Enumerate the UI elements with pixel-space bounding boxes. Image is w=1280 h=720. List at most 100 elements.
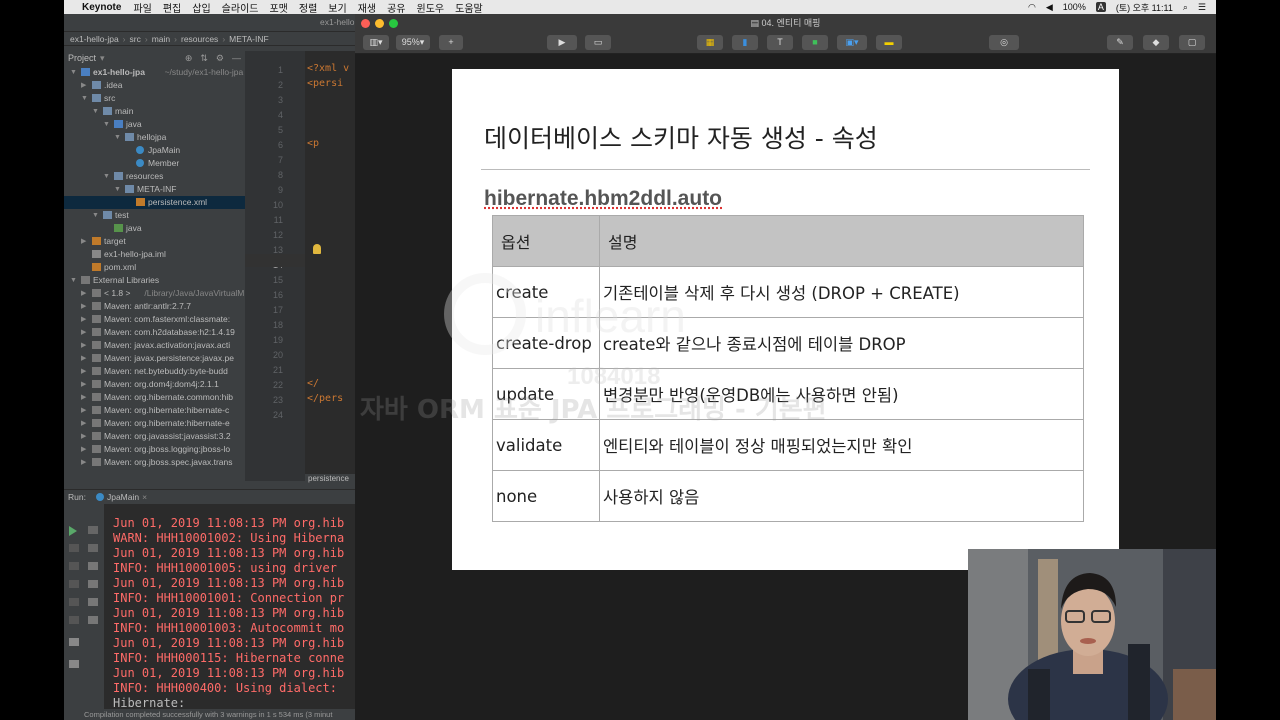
shape-button[interactable]: ■ [802,35,828,50]
tree-item[interactable]: ▶ Maven: org.hibernate.common:hib [64,391,245,404]
tree-item[interactable]: ▶ Maven: org.jboss.logging:jboss-lo [64,443,245,456]
breadcrumb-item[interactable]: resources [181,34,218,44]
tree-item[interactable]: ▼ src [64,92,245,105]
zoom-window-button[interactable] [389,19,398,28]
project-view-selector[interactable]: Project [68,53,96,63]
slide-title[interactable]: 데이터베이스 스키마 자동 생성 - 속성 [484,119,878,155]
editor-file-tab[interactable]: persistence [305,474,355,486]
tree-item[interactable]: pom.xml [64,261,245,274]
chevron-down-icon[interactable]: ▼ [70,274,78,287]
table-button[interactable]: ▦ [697,35,723,50]
collaborate-button[interactable]: ◎ [989,35,1019,50]
chevron-down-icon[interactable]: ▼ [114,183,122,196]
chevron-down-icon[interactable]: ▼ [92,105,100,118]
format-button[interactable]: ✎ [1107,35,1133,50]
soft-wrap-icon[interactable] [88,562,98,570]
chevron-right-icon[interactable]: ▶ [81,287,89,300]
close-icon[interactable]: × [142,492,147,502]
locate-icon[interactable]: ⊕ [185,53,193,64]
description-cell[interactable]: 변경분만 반영(운영DB에는 사용하면 안됨) [599,368,1084,420]
gear-icon[interactable]: ⚙ [216,53,224,64]
menu-insert[interactable]: 삽입 [192,0,210,15]
tree-item[interactable]: persistence.xml [64,196,245,209]
description-cell[interactable]: 기존테이블 삭제 후 다시 생성 (DROP + CREATE) [599,266,1084,318]
keynote-live-button[interactable]: ▭ [585,35,611,50]
tree-item[interactable]: ▶ target [64,235,245,248]
tree-item[interactable]: ▶ .idea [64,79,245,92]
slide-subtitle[interactable]: hibernate.hbm2ddl.auto [484,187,722,211]
console-output[interactable]: Jun 01, 2019 11:08:13 PM org.hib WARN: HH… [104,504,355,709]
menu-edit[interactable]: 편집 [163,0,181,15]
tree-item[interactable]: ▼ ex1-hello-jpa ~/study/ex1-hello-jpa [64,66,245,79]
scroll-to-end-icon[interactable] [88,580,98,588]
text-button[interactable]: T [767,35,793,50]
option-cell[interactable]: create [492,266,600,318]
volume-icon[interactable]: ◀ [1046,2,1053,13]
chevron-down-icon[interactable]: ▼ [92,209,100,222]
chevron-down-icon[interactable]: ▼ [114,131,122,144]
tree-item[interactable]: ▼ hellojpa [64,131,245,144]
chevron-right-icon[interactable]: ▶ [81,235,89,248]
menu-play[interactable]: 재생 [358,0,376,15]
wifi-icon[interactable]: ◠ [1028,2,1036,13]
zoom-select[interactable]: 95%▾ [396,35,430,50]
chevron-right-icon[interactable]: ▶ [81,79,89,92]
tree-item[interactable]: ▶ Maven: org.javassist:javassist:3.2 [64,430,245,443]
print-icon[interactable] [88,598,98,606]
breadcrumb-item[interactable]: main [152,34,170,44]
chevron-down-icon[interactable]: ▾ [100,53,105,64]
media-button[interactable]: ▣▾ [837,35,867,50]
minimize-window-button[interactable] [375,19,384,28]
chevron-right-icon[interactable]: ▶ [81,365,89,378]
tree-item[interactable]: ▼ java [64,118,245,131]
chevron-right-icon[interactable]: ▶ [81,339,89,352]
menu-help[interactable]: 도움말 [455,0,483,15]
tree-item[interactable]: ▶ Maven: javax.activation:javax.acti [64,339,245,352]
tree-item[interactable]: ▶ Maven: org.hibernate:hibernate-c [64,404,245,417]
scroll-up-icon[interactable] [88,526,98,534]
tree-item[interactable]: ▼ META-INF [64,183,245,196]
tree-item[interactable]: ▼ main [64,105,245,118]
exit-icon[interactable] [69,616,79,624]
description-cell[interactable]: create와 같으나 종료시점에 테이블 DROP [599,317,1084,369]
run-tab[interactable]: JpaMain × [95,492,147,502]
chevron-right-icon[interactable]: ▶ [81,352,89,365]
tree-item[interactable]: ▶ Maven: net.bytebuddy:byte-budd [64,365,245,378]
menu-file[interactable]: 파일 [133,0,151,15]
chevron-right-icon[interactable]: ▶ [81,456,89,469]
close-window-button[interactable] [361,19,370,28]
tree-item[interactable]: ▶ Maven: org.dom4j:dom4j:2.1.1 [64,378,245,391]
animate-button[interactable]: ◆ [1143,35,1169,50]
breadcrumb-item[interactable]: src [130,34,141,44]
play-button[interactable]: ▶ [547,35,577,50]
stop-icon[interactable] [69,544,79,552]
slide-canvas[interactable]: 데이터베이스 스키마 자동 생성 - 속성 hibernate.hbm2ddl.… [452,69,1119,570]
lightbulb-icon[interactable] [313,244,321,254]
rerun-icon[interactable] [69,526,77,536]
document-button[interactable]: ▢ [1179,35,1205,50]
notification-center-icon[interactable]: ☰ [1198,2,1206,13]
chevron-down-icon[interactable]: ▼ [103,118,111,131]
tree-item[interactable]: ▶ Maven: com.h2database:h2:1.4.19 [64,326,245,339]
layout-icon[interactable] [69,638,79,646]
code-line[interactable]: <p [307,138,319,149]
code-editor[interactable]: <?xml v <persi <p </ </pers [305,51,355,481]
tree-item[interactable]: ▶ < 1.8 > /Library/Java/JavaVirtualM [64,287,245,300]
clock[interactable]: (토) 오후 11:11 [1116,1,1173,14]
tree-item[interactable]: Member [64,157,245,170]
view-button[interactable]: ▥▾ [363,35,389,50]
breadcrumb-item[interactable]: META-INF [229,34,269,44]
tree-item[interactable]: ▶ Maven: com.fasterxml:classmate: [64,313,245,326]
add-slide-button[interactable]: + [439,35,463,50]
description-cell[interactable]: 엔티티와 테이블이 정상 매핑되었는지만 확인 [599,419,1084,471]
code-line[interactable]: <?xml v [307,63,349,74]
app-menu[interactable]: Keynote [82,2,121,13]
chevron-right-icon[interactable]: ▶ [81,300,89,313]
chevron-down-icon[interactable]: ▼ [81,92,89,105]
menu-arrange[interactable]: 정렬 [299,0,317,15]
description-cell[interactable]: 사용하지 않음 [599,470,1084,522]
tree-item[interactable]: ▶ Maven: org.jboss.spec.javax.trans [64,456,245,469]
code-line[interactable]: </pers [307,393,343,404]
option-cell[interactable]: update [492,368,600,420]
battery-percent[interactable]: 100% [1063,2,1086,12]
